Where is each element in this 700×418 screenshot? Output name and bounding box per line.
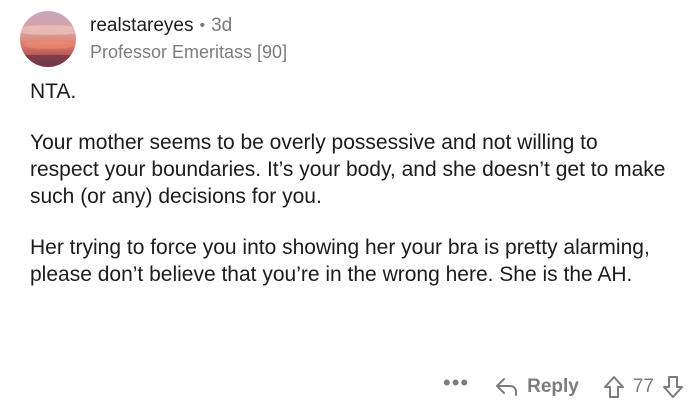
- reply-arrow-icon: [496, 378, 518, 396]
- comment-age[interactable]: 3d: [211, 14, 232, 38]
- avatar[interactable]: [20, 11, 76, 67]
- avatar-cloud: [20, 25, 76, 35]
- username-link[interactable]: realstareyes: [90, 14, 194, 38]
- vote-controls: 77: [603, 375, 684, 399]
- comment: realstareyes • 3d Professor Emeritass [9…: [0, 0, 700, 418]
- upvote-arrow-icon[interactable]: [603, 375, 625, 399]
- comment-meta: realstareyes • 3d Professor Emeritass [9…: [90, 14, 287, 64]
- avatar-cloud: [24, 41, 76, 49]
- comment-header: realstareyes • 3d Professor Emeritass [9…: [20, 8, 287, 70]
- comment-body: NTA. Your mother seems to be overly poss…: [30, 78, 670, 312]
- comment-paragraph: NTA.: [30, 80, 77, 103]
- author-line: realstareyes • 3d: [90, 14, 287, 38]
- comment-actions: ••• Reply 77: [443, 372, 684, 402]
- vote-score: 77: [632, 376, 654, 397]
- reply-label: Reply: [527, 376, 579, 397]
- comment-paragraph: Her trying to force you into showing her…: [30, 236, 650, 286]
- more-options-button[interactable]: •••: [443, 372, 469, 401]
- downvote-arrow-icon[interactable]: [662, 375, 684, 399]
- user-flair: Professor Emeritass [90]: [90, 42, 288, 62]
- comment-paragraph: Your mother seems to be overly possessiv…: [30, 131, 666, 208]
- reply-button[interactable]: Reply: [495, 376, 579, 398]
- separator-dot: •: [199, 17, 206, 34]
- avatar-horizon: [20, 55, 76, 67]
